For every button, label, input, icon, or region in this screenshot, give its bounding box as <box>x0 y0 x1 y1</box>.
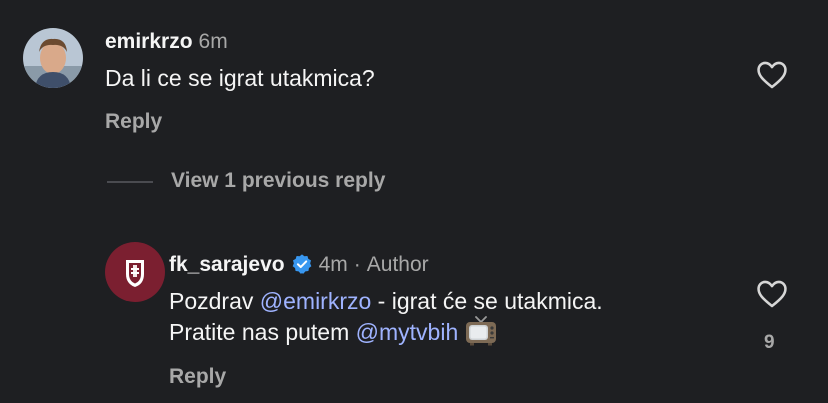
user-photo-icon <box>23 28 83 88</box>
view-previous-replies-button[interactable]: View 1 previous reply <box>171 169 385 193</box>
text-segment: - igrat će se utakmica. <box>371 288 603 314</box>
username[interactable]: emirkrzo <box>105 30 193 53</box>
comment-meta: fk_sarajevo 4m · Author <box>169 252 429 278</box>
separator-dot: · <box>353 253 361 276</box>
comment-text-line-1: Pozdrav @emirkrzo - igrat će se utakmica… <box>169 285 603 317</box>
text-segment: Pratite nas putem <box>169 319 356 345</box>
text-segment: Pozdrav <box>169 288 260 314</box>
timestamp: 4m <box>318 253 348 276</box>
comment-text-line-2: Pratite nas putem @mytvbih <box>169 316 498 348</box>
avatar-emirkrzo[interactable] <box>23 28 83 88</box>
username[interactable]: fk_sarajevo <box>169 253 285 276</box>
comment-meta: emirkrzo 6m <box>105 29 228 55</box>
thread-divider <box>107 181 153 183</box>
comment-text: Da li ce se igrat utakmica? <box>105 65 375 91</box>
author-tag: Author <box>366 253 429 276</box>
heart-outline-icon[interactable] <box>755 58 789 92</box>
mention-mytvbih[interactable]: @mytvbih <box>356 319 459 345</box>
avatar-fk-sarajevo[interactable] <box>105 242 165 302</box>
verified-badge-icon <box>292 254 311 274</box>
reply-button[interactable]: Reply <box>105 110 162 134</box>
like-count: 9 <box>764 332 775 353</box>
timestamp: 6m <box>198 30 228 53</box>
reply-button[interactable]: Reply <box>169 365 226 389</box>
heart-outline-icon[interactable] <box>755 277 789 311</box>
mention-emirkrzo[interactable]: @emirkrzo <box>260 288 372 314</box>
club-crest-icon <box>105 242 165 302</box>
television-emoji-icon <box>466 316 497 346</box>
